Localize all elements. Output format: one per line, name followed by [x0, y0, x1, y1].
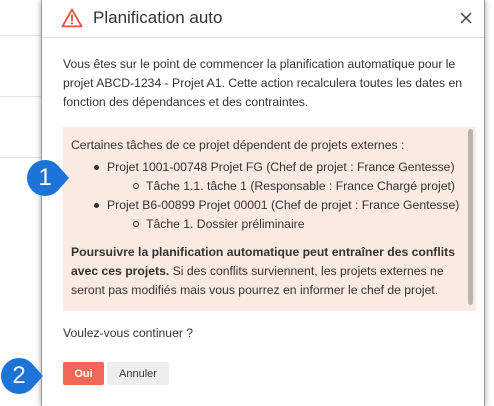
- external-project-label: Projet B6-00899 Projet 00001 (Chef de pr…: [107, 198, 460, 212]
- close-icon[interactable]: [457, 9, 475, 27]
- callout-number: 2: [12, 362, 26, 389]
- project-task-list: Tâche 1.1. tâche 1 (Responsable : France…: [107, 177, 466, 196]
- warning-triangle-icon: [61, 8, 83, 28]
- project-task-item: Tâche 1.1. tâche 1 (Responsable : France…: [133, 177, 466, 196]
- callout-marker-2: 2: [0, 356, 44, 396]
- background-page-right: [484, 0, 494, 406]
- dialog-title: Planification auto: [93, 8, 223, 27]
- external-project-list: Projet 1001-00748 Projet FG (Chef de pro…: [71, 158, 466, 234]
- external-dependencies-notice[interactable]: Certaines tâches de ce projet dépendent …: [63, 127, 476, 311]
- external-project-item: Projet B6-00899 Projet 00001 (Chef de pr…: [94, 196, 466, 234]
- cancel-button[interactable]: Annuler: [107, 362, 169, 385]
- notice-content: Certaines tâches de ce projet dépendent …: [71, 136, 466, 300]
- callout-number: 1: [38, 164, 52, 191]
- dialog-header: Planification auto: [42, 0, 484, 38]
- auto-planning-dialog: Planification auto Vous êtes sur le poin…: [41, 0, 485, 406]
- external-project-item: Projet 1001-00748 Projet FG (Chef de pro…: [94, 158, 466, 196]
- intro-text: Vous êtes sur le point de commencer la p…: [63, 57, 463, 109]
- background-page-left: [0, 0, 42, 406]
- notice-lead: Certaines tâches de ce projet dépendent …: [71, 138, 405, 152]
- conflict-warning: Poursuivre la planification automatique …: [71, 243, 466, 300]
- project-task-item: Tâche 1. Dossier préliminaire: [133, 215, 466, 234]
- external-project-label: Projet 1001-00748 Projet FG (Chef de pro…: [107, 160, 455, 174]
- callout-marker-1: 1: [26, 158, 70, 198]
- yes-button[interactable]: Oui: [63, 362, 104, 385]
- notice-scrollbar[interactable]: [468, 129, 473, 305]
- confirm-question: Voulez-vous continuer ?: [63, 326, 194, 340]
- project-task-list: Tâche 1. Dossier préliminaire: [107, 215, 466, 234]
